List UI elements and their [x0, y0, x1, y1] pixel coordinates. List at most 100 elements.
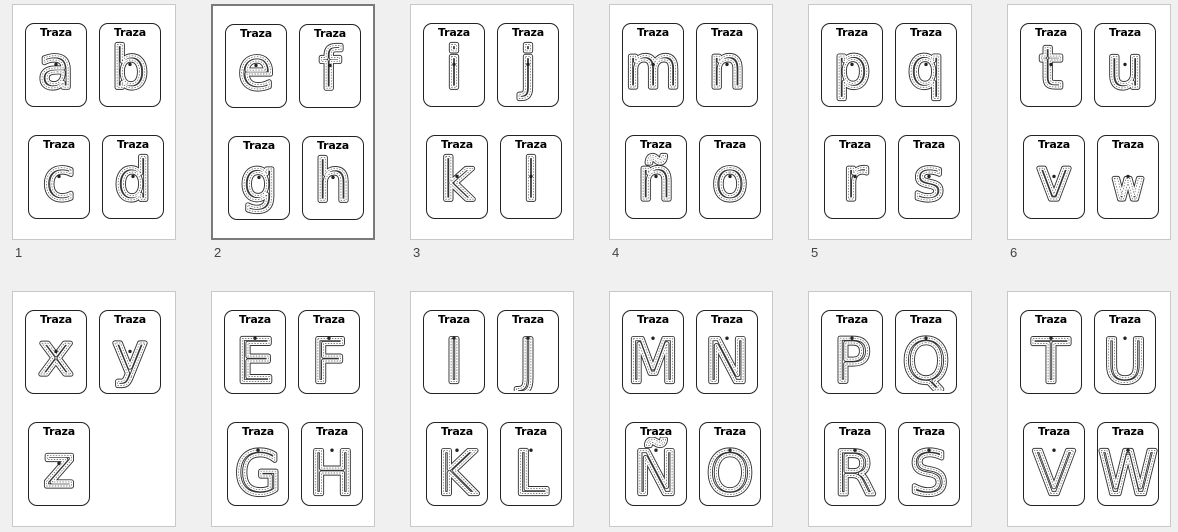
- start-dot: [452, 336, 456, 340]
- letter-area: ttt: [1021, 38, 1081, 104]
- letter-glyph: PPP: [832, 325, 872, 391]
- letter-area: JJJ: [498, 325, 558, 391]
- letter-area: VVV: [1024, 437, 1084, 503]
- start-dot: [1123, 62, 1127, 67]
- letter-area: sss: [899, 150, 959, 216]
- tracing-card: Traza f f f: [299, 24, 361, 108]
- start-dot: [328, 63, 332, 68]
- start-dot: [526, 336, 530, 340]
- tracing-card: Traza F F F: [298, 310, 360, 394]
- letter-outline: o: [713, 150, 748, 213]
- slide-thumbnail[interactable]: Traza T T T Traza U U U Traza V V V Traza W W W: [1007, 291, 1171, 527]
- letter-glyph: LLL: [512, 437, 550, 503]
- tracing-card: Traza d d d: [102, 135, 164, 219]
- start-dot: [850, 62, 854, 67]
- letter-glyph: www: [1110, 161, 1146, 210]
- letter-glyph: nnn: [706, 38, 747, 104]
- start-dot: [256, 448, 260, 452]
- letter-area: ppp: [822, 38, 882, 104]
- letter-outline: w: [1113, 164, 1144, 208]
- letter-area: bbb: [100, 38, 160, 104]
- slide-thumbnail[interactable]: Traza m m m Traza n n n Traza ñ ñ ñ Traza o o o: [609, 4, 773, 240]
- tracing-card: Traza U U U: [1094, 310, 1156, 394]
- letter-area: rrr: [825, 150, 885, 216]
- letter-area: aaa: [26, 38, 86, 104]
- letter-area: TTT: [1021, 325, 1081, 391]
- letter-area: LLL: [501, 437, 561, 503]
- letter-area: III: [424, 325, 484, 391]
- letter-glyph: vvv: [1035, 150, 1074, 216]
- start-dot: [57, 461, 61, 466]
- start-dot: [853, 448, 857, 452]
- slide-thumbnail[interactable]: Traza t t t Traza u u u Traza v v v Traza w w w: [1007, 4, 1171, 240]
- letter-outline: p: [834, 38, 870, 101]
- slide-thumbnail[interactable]: Traza M M M Traza N N N Traza Ñ Ñ Ñ Traza O O O: [609, 291, 773, 527]
- letter-area: MMM: [623, 325, 683, 391]
- start-dot: [651, 62, 655, 67]
- letter-glyph: qqq: [905, 38, 946, 104]
- letter-glyph: jjj: [516, 38, 539, 104]
- letter-area: kkk: [427, 150, 487, 216]
- tracing-card: Traza V V V: [1023, 422, 1085, 506]
- letter-area: EEE: [225, 325, 285, 391]
- letter-area: vvv: [1024, 150, 1084, 216]
- letter-area: UUU: [1095, 325, 1155, 391]
- slide-thumbnail[interactable]: Traza i i i Traza j j j Traza k k k Traza l l l: [410, 4, 574, 240]
- letter-area: ooo: [700, 150, 760, 216]
- letter-outline: k: [441, 150, 474, 213]
- tracing-card: Traza b b b: [99, 23, 161, 107]
- slide-thumbnail[interactable]: Traza p p p Traza q q q Traza r r r Traza s s s: [808, 4, 972, 240]
- slide-thumbnail[interactable]: Traza I I I Traza J J J Traza K K K Traza L L L: [410, 291, 574, 527]
- letter-glyph: iii: [444, 38, 465, 104]
- tracing-card: Traza x x x: [25, 310, 87, 394]
- letter-outline: j: [518, 38, 536, 101]
- letter-area: HHH: [302, 437, 362, 503]
- letter-glyph: eee: [236, 39, 276, 105]
- letter-area: fff: [300, 39, 360, 105]
- letter-outline: d: [115, 150, 151, 213]
- tracing-card: Traza h h h: [302, 136, 364, 220]
- start-dot: [924, 62, 928, 67]
- letter-area: SSS: [899, 437, 959, 503]
- letter-glyph: WWW: [1098, 437, 1158, 503]
- tracing-card: Traza p p p: [821, 23, 883, 107]
- start-dot: [331, 175, 335, 180]
- start-dot: [853, 174, 857, 179]
- start-dot: [128, 62, 132, 67]
- slide-thumbnail[interactable]: Traza P P P Traza Q Q Q Traza R R R Traza S S S: [808, 291, 972, 527]
- tracing-card: Traza a a a: [25, 23, 87, 107]
- slide-thumbnail[interactable]: Traza e e e Traza f f f Traza g g g Traza h h h: [211, 4, 375, 240]
- letter-area: QQQ: [896, 325, 956, 391]
- tracing-card: Traza W W W: [1097, 422, 1159, 506]
- letter-area: iii: [424, 38, 484, 104]
- start-dot: [131, 174, 135, 179]
- slide-number: 5: [811, 245, 819, 260]
- letter-glyph: ppp: [831, 38, 872, 104]
- tracing-card: Traza o o o: [699, 135, 761, 219]
- letter-glyph: VVV: [1031, 437, 1076, 503]
- start-dot: [1052, 174, 1056, 179]
- slide-thumbnail[interactable]: Traza a a a Traza b b b Traza c c c Traza d d d: [12, 4, 176, 240]
- letter-outline: c: [43, 150, 74, 213]
- letter-outline: r: [843, 150, 867, 213]
- start-dot: [654, 448, 658, 452]
- letter-outline: e: [239, 39, 274, 102]
- tracing-card: Traza E E E: [224, 310, 286, 394]
- tracing-card: Traza m m m: [622, 23, 684, 107]
- slide-number: 4: [612, 245, 620, 260]
- letter-glyph: III: [443, 325, 465, 391]
- letter-area: xxx: [26, 325, 86, 391]
- tracing-card: Traza l l l: [500, 135, 562, 219]
- start-dot: [728, 448, 732, 452]
- letter-glyph: aaa: [36, 38, 76, 104]
- letter-area: lll: [501, 150, 561, 216]
- slide-thumbnail[interactable]: Traza x x x Traza y y y Traza z z z: [12, 291, 176, 527]
- start-dot: [327, 336, 331, 340]
- letter-glyph: FFF: [310, 325, 349, 391]
- letter-glyph: ddd: [112, 150, 153, 216]
- start-dot: [651, 336, 655, 340]
- letter-outline: x: [39, 325, 72, 388]
- start-dot: [728, 174, 732, 179]
- slide-thumbnail[interactable]: Traza E E E Traza F F F Traza G G G Traza H H H: [211, 291, 375, 527]
- tracing-card: Traza u u u: [1094, 23, 1156, 107]
